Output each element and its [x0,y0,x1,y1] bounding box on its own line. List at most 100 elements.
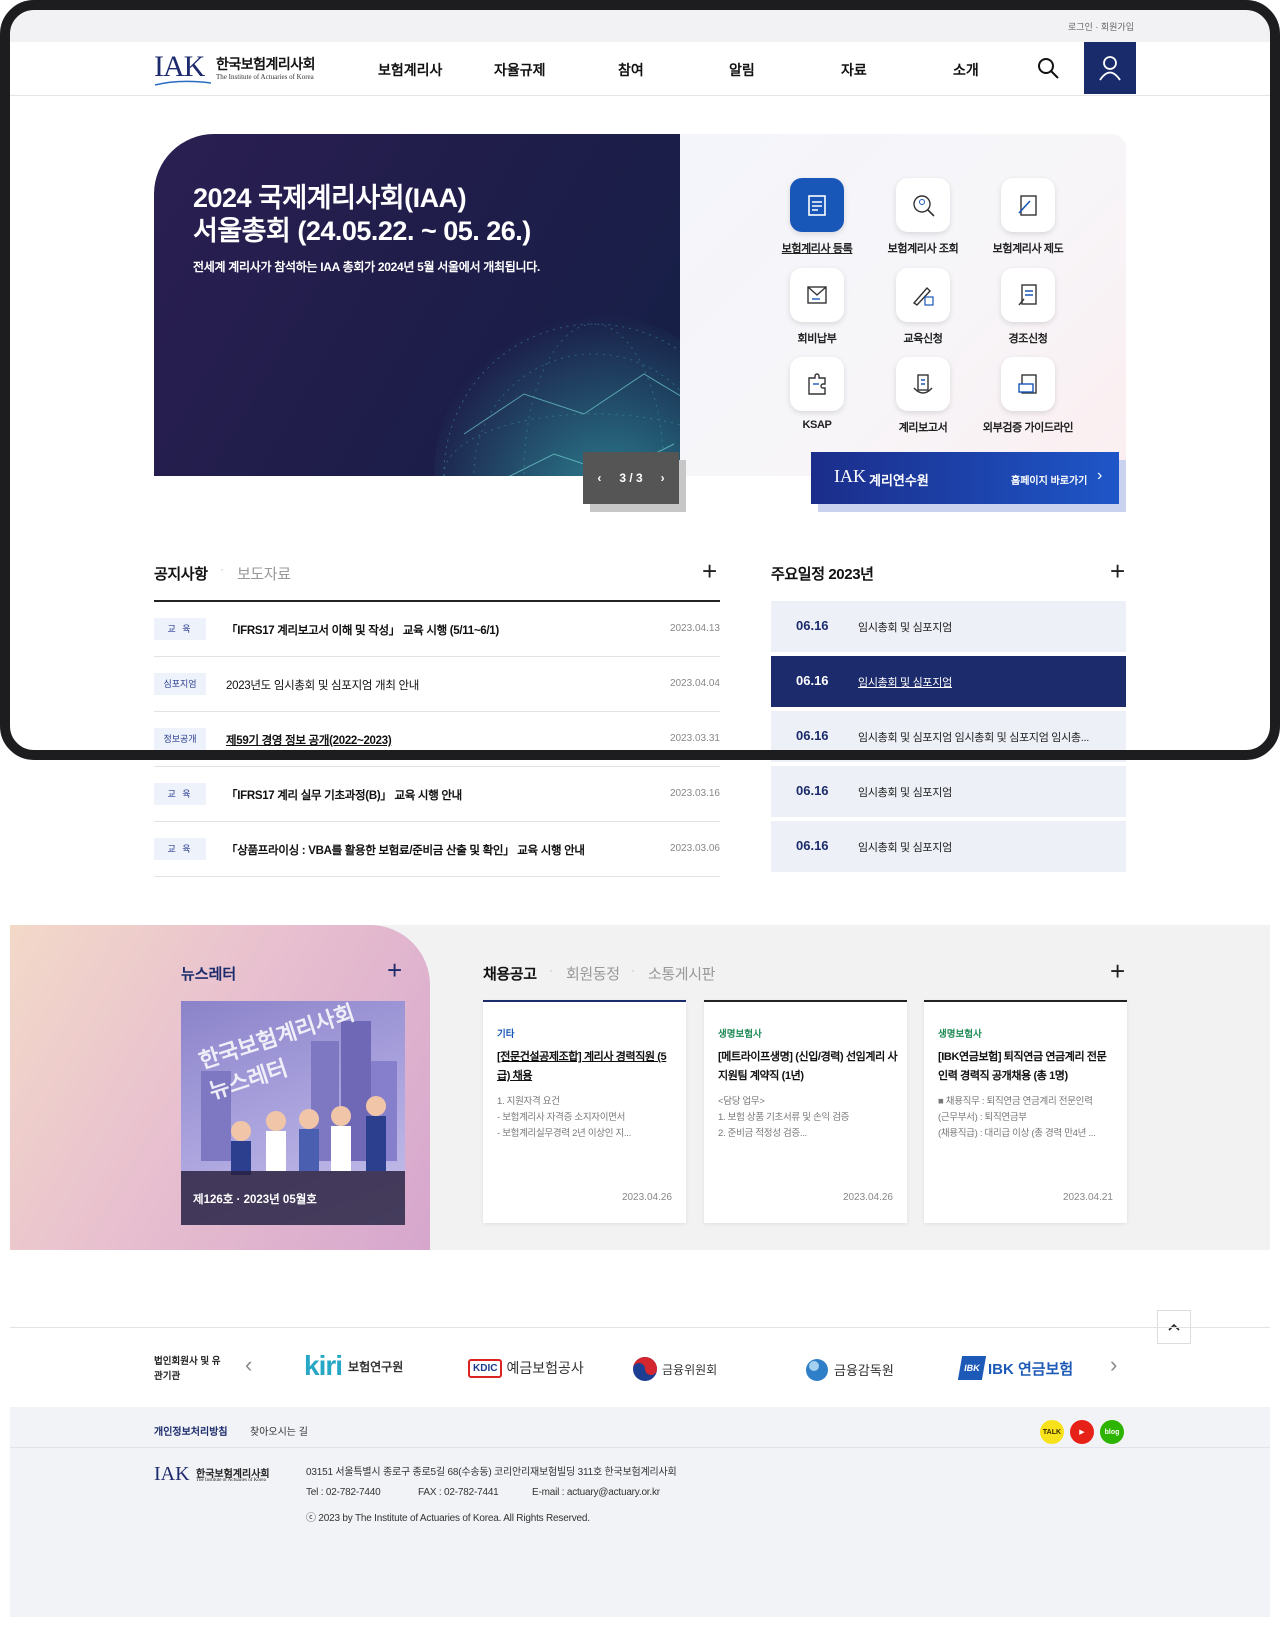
privacy-link[interactable]: 개인정보처리방침 [154,1423,228,1438]
join-link[interactable]: 회원가입 [1101,22,1134,32]
partner-fsc[interactable]: 금융위원회 [632,1356,717,1382]
notice-row[interactable]: 정보공개 제59기 경영 정보 공개(2022~2023) 2023.03.31 [154,712,720,767]
tab-recruit[interactable]: 채용공고 [483,963,537,984]
kdic-logo: KDIC [468,1358,503,1378]
recruit-card[interactable]: 생명보험사 [IBK연금보험] 퇴직연금 연금계리 전문 인력 경력직 공개채용… [924,1000,1127,1223]
notice-title: 제59기 경영 정보 공개(2022~2023) [226,735,392,747]
logo-english: The Institute of Actuaries of Korea [216,73,314,81]
quick-ksap[interactable]: KSAP [764,357,870,431]
quick-fee[interactable]: 회비납부 [764,268,870,346]
login-link[interactable]: 로그인 [1068,22,1093,32]
quick-label: 보험계리사 조회 [887,243,959,255]
quick-congrats[interactable]: 경조신청 [975,268,1081,346]
tab-press[interactable]: 보도자료 [237,563,291,584]
newsletter-more-icon[interactable]: + [387,957,402,983]
newsletter-cover[interactable]: 한국보험계리사회 뉴스레터 제126호 · 2023년 05월호 [181,1001,405,1225]
schedule-more-icon[interactable]: + [1110,558,1125,584]
hero-banner[interactable]: 2024 국제계리사회(IAA) 서울총회 (24.05.22. ~ 05. 2… [154,134,680,476]
tab-community[interactable]: 소통게시판 [648,963,715,984]
schedule-row[interactable]: 06.16 임시총회 및 심포지엄 [771,821,1126,872]
partners-bar: 법인회원사 및 유관기관 ‹ › kiri 보험연구원 KDIC 예금보험공사 … [10,1327,1270,1407]
notice-row[interactable]: 교 육 「IFRS17 계리보고서 이해 및 작성」 교육 시행 (5/11~6… [154,602,720,657]
footer-fax: FAX : 02-782-7441 [418,1487,499,1498]
tab-members[interactable]: 회원동정 [566,963,620,984]
quick-label: 교육신청 [903,333,943,345]
notice-title: 「IFRS17 계리보고서 이해 및 작성」 교육 시행 (5/11~6/1) [226,625,499,637]
quick-guideline[interactable]: 외부검증 가이드라인 [975,357,1081,435]
partner-ibk[interactable]: IBK IBK 연금보험 [957,1356,1073,1380]
menu-participation[interactable]: 참여 [618,60,644,80]
schedule-text: 임시총회 및 심포지엄 [858,842,952,854]
card-body: <담당 업무> 1. 보험 상품 기초서류 및 손익 검증 2. 준비금 적정성… [718,1096,850,1139]
kakao-icon[interactable]: TALK [1040,1420,1064,1444]
tab-notice[interactable]: 공지사항 [154,563,208,584]
footer-logo-mark: IAK [154,1463,190,1485]
tab-dot: · [220,562,224,576]
menu-resources[interactable]: 자료 [841,60,867,80]
card-body: 1. 지원자격 요건 - 보험계리사 자격증 소지자이면서 - 보험계리실무경력… [497,1096,631,1139]
edu-banner[interactable]: IAK 계리연수원 홈페이지 바로가기 › [811,452,1119,504]
card-date: 2023.04.26 [621,1192,672,1203]
chevron-right-icon: › [1097,467,1103,484]
schedule-row[interactable]: 06.16 임시총회 및 심포지엄 [771,766,1126,817]
directions-link[interactable]: 찾아오시는 길 [250,1423,308,1438]
card-title: [메트라이프생명] (신입/경력) 선임계리 사지원팀 계약직 (1년) [718,1051,898,1082]
quick-education[interactable]: 교육신청 [870,268,976,346]
notice-date: 2023.04.04 [669,678,720,689]
partner-fss[interactable]: 금융감독원 [804,1356,894,1382]
card-date: 2023.04.21 [1062,1192,1113,1203]
board-more-icon[interactable]: + [1110,958,1125,984]
search-icon[interactable] [1036,56,1060,85]
taegeuk-icon [633,1357,657,1381]
card-body: ■ 채용직무 : 퇴직연금 연금계리 전문인력 (근무부서) : 퇴직연금부 (… [938,1096,1096,1139]
schedule-row[interactable]: 06.16 임시총회 및 심포지엄 [771,656,1126,707]
kdic-text: 예금보험공사 [506,1360,584,1376]
menu-actuary[interactable]: 보험계리사 [378,60,442,80]
schedule-text: 임시총회 및 심포지엄 [858,622,952,634]
next-arrow-icon[interactable]: › [661,471,665,485]
menu-about[interactable]: 소개 [953,60,979,80]
schedule-text: 임시총회 및 심포지엄 임시총회 및 심포지엄 임시총... [858,732,1090,744]
notice-row[interactable]: 교 육 「IFRS17 계리 실무 기초과정(B)」 교육 시행 안내 2023… [154,767,720,822]
hero-title-line1: 2024 국제계리사회(IAA) [193,183,467,213]
quick-label: KSAP [802,419,832,431]
edu-logo: IAK [834,466,866,486]
user-button[interactable] [1084,42,1136,94]
youtube-icon[interactable]: ▶ [1070,1420,1094,1444]
partners-next-icon[interactable]: › [1110,1352,1117,1378]
notice-badge: 정보공개 [154,728,206,750]
partner-kdic[interactable]: KDIC 예금보험공사 [468,1358,584,1378]
partners-prev-icon[interactable]: ‹ [245,1352,252,1378]
fss-icon [806,1359,828,1381]
recruit-card[interactable]: 기타 [전문건설공제조합] 계리사 경력직원 (5급) 채용 1. 지원자격 요… [483,1000,686,1223]
kiri-text: 보험연구원 [348,1359,404,1374]
hero-subtitle: 전세계 계리사가 참석하는 IAA 총회가 2024년 5월 서울에서 개최됩니… [193,260,540,274]
schedule-row[interactable]: 06.16 임시총회 및 심포지엄 임시총회 및 심포지엄 임시총... [771,711,1126,762]
menu-notice[interactable]: 알림 [729,60,755,80]
footer-divider [10,1447,1270,1448]
notice-row[interactable]: 심포지엄 2023년도 임시총회 및 심포지엄 개최 안내 2023.04.04 [154,657,720,712]
prev-arrow-icon[interactable]: ‹ [597,471,601,485]
blog-icon[interactable]: blog [1100,1420,1124,1444]
card-title: [전문건설공제조합] 계리사 경력직원 (5급) 채용 [497,1051,667,1082]
notice-badge: 심포지엄 [154,673,206,695]
notice-row[interactable]: 교 육 「상품프라이싱 : VBA를 활용한 보험료/준비금 산출 및 확인」 … [154,822,720,877]
logo-mark: IAK [154,50,205,83]
notice-date: 2023.03.06 [669,843,720,854]
menu-self-regulation[interactable]: 자율규제 [494,60,546,80]
partner-kiri[interactable]: kiri 보험연구원 [304,1350,403,1382]
report-icon [896,357,950,411]
edu-link[interactable]: 홈페이지 바로가기 [1011,472,1087,487]
quick-lookup[interactable]: 보험계리사 조회 [870,178,976,256]
user-icon [1099,56,1121,81]
recruit-card[interactable]: 생명보험사 [메트라이프생명] (신입/경력) 선임계리 사지원팀 계약직 (1… [704,1000,907,1223]
quick-register[interactable]: 보험계리사 등록 [764,178,870,256]
footer-copyright: ⓒ 2023 by The Institute of Actuaries of … [306,1513,590,1524]
schedule-row[interactable]: 06.16 임시총회 및 심포지엄 [771,601,1126,652]
notice-title: 2023년도 임시총회 및 심포지엄 개최 안내 [226,680,420,692]
schedule-text: 임시총회 및 심포지엄 [858,787,952,799]
notice-more-icon[interactable]: + [702,558,717,584]
notice-title: 「상품프라이싱 : VBA를 활용한 보험료/준비금 산출 및 확인」 교육 시… [226,845,585,857]
quick-system[interactable]: 보험계리사 제도 [975,178,1081,256]
quick-report[interactable]: 계리보고서 [870,357,976,435]
